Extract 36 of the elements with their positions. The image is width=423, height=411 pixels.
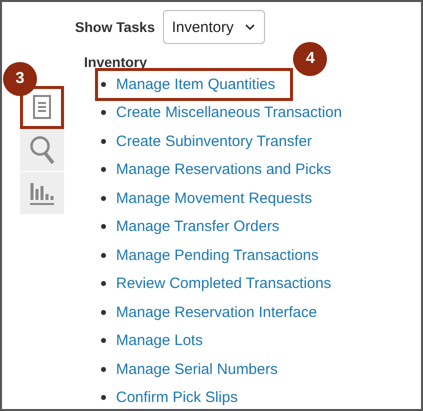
search-icon: [29, 135, 55, 165]
task-link[interactable]: Manage Movement Requests: [116, 190, 312, 207]
bullet-icon: [101, 281, 106, 286]
task-link[interactable]: Create Miscellaneous Transaction: [116, 104, 342, 122]
task-link[interactable]: Manage Transfer Orders: [116, 218, 280, 236]
bullet-icon: [101, 310, 106, 315]
chevron-down-icon: [244, 23, 256, 31]
reports-button[interactable]: [20, 172, 64, 215]
task-link[interactable]: Confirm Pick Slips: [116, 389, 238, 406]
task-link[interactable]: Manage Pending Transactions: [116, 246, 319, 264]
task-link[interactable]: Manage Reservations and Picks: [116, 161, 332, 178]
callout-badge: 3: [3, 62, 37, 96]
bullet-icon: [101, 110, 106, 116]
task-link[interactable]: Review Completed Transactions: [116, 275, 332, 292]
bullet-icon: [101, 167, 106, 172]
task-link[interactable]: Create Subinventory Transfer: [116, 132, 312, 150]
section-heading: Inventory: [84, 54, 148, 70]
bullet-icon: [101, 82, 106, 87]
bullet-icon: [101, 196, 106, 201]
bullet-icon: [101, 138, 106, 144]
bullet-icon: [101, 252, 106, 258]
show-tasks-label: Show Tasks: [75, 19, 155, 35]
callout-badge: 4: [293, 42, 328, 76]
bullet-icon: [101, 338, 106, 344]
bar-chart-icon: [29, 180, 55, 206]
search-button[interactable]: [20, 129, 64, 172]
task-link[interactable]: Manage Reservation Interface: [116, 304, 317, 321]
task-link[interactable]: Manage Lots: [116, 332, 203, 350]
task-link[interactable]: Manage Item Quantities: [116, 76, 276, 93]
task-dropdown[interactable]: Inventory: [162, 10, 265, 44]
bullet-icon: [101, 224, 106, 230]
tasks-button[interactable]: [20, 86, 64, 129]
document-icon: [33, 95, 51, 119]
bullet-icon: [101, 395, 106, 400]
task-link[interactable]: Manage Serial Numbers: [116, 360, 278, 378]
bullet-icon: [101, 366, 106, 372]
